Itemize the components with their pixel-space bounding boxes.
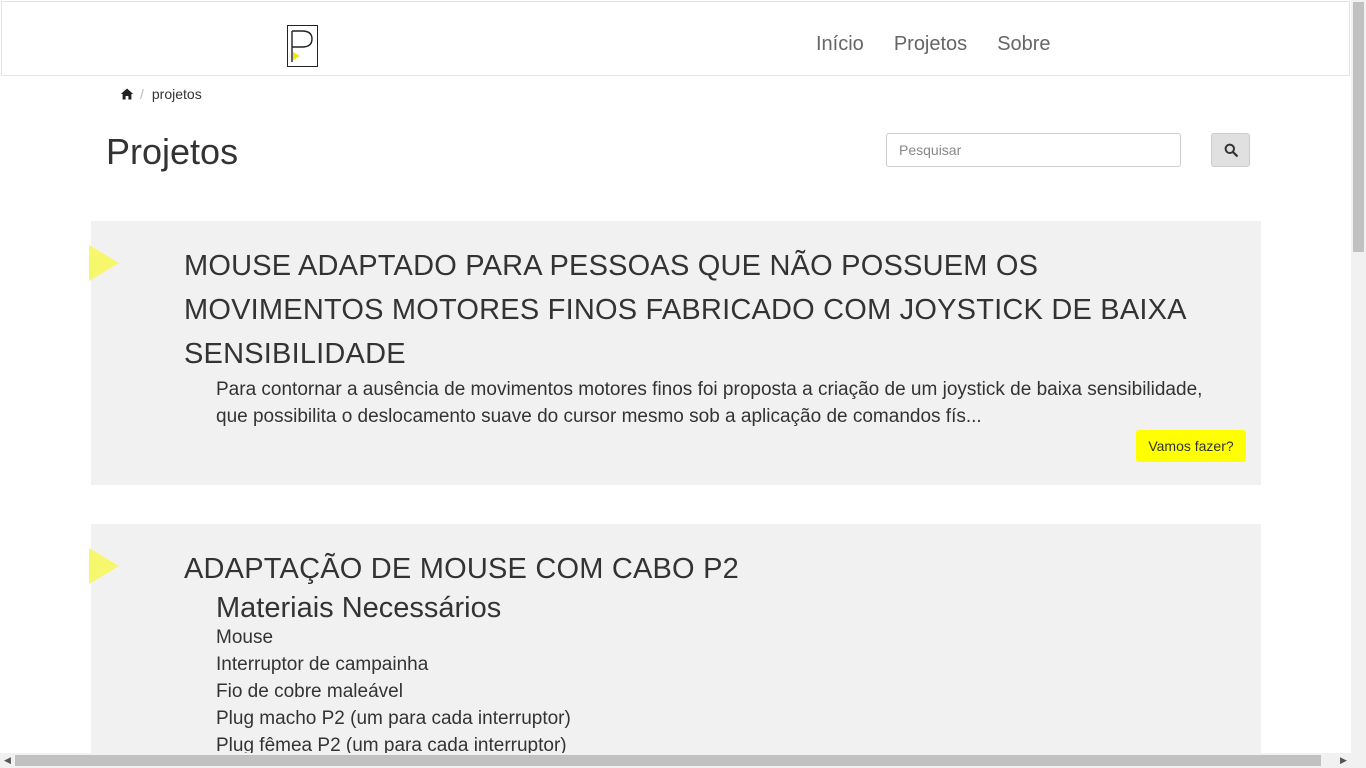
nav-link-projetos[interactable]: Projetos <box>894 32 967 56</box>
home-icon[interactable] <box>120 87 134 101</box>
vertical-scrollbar[interactable] <box>1351 0 1366 753</box>
list-item: Plug macho P2 (um para cada interruptor) <box>216 708 571 729</box>
logo-mark-icon <box>291 30 313 62</box>
search-icon <box>1224 143 1238 157</box>
breadcrumb: / projetos <box>120 86 202 102</box>
vamos-fazer-button[interactable]: Vamos fazer? <box>1136 430 1246 462</box>
search-input[interactable] <box>886 133 1181 167</box>
materials-heading: Materiais Necessários <box>216 592 502 624</box>
page-title: Projetos <box>106 131 239 172</box>
list-item: Fio de cobre maleável <box>216 681 403 702</box>
triangle-bullet-icon <box>89 245 119 281</box>
search-button[interactable] <box>1211 133 1250 167</box>
project-title[interactable]: MOUSE ADAPTADO PARA PESSOAS QUE NÃO POSS… <box>184 244 1244 376</box>
triangle-bullet-icon <box>89 548 119 584</box>
materials-list: Mouse Interruptor de campainha Fio de co… <box>216 624 571 759</box>
horizontal-scrollbar[interactable]: ◀ ▶ <box>0 753 1366 768</box>
scroll-right-arrow-icon[interactable]: ▶ <box>1336 753 1351 768</box>
scroll-left-arrow-icon[interactable]: ◀ <box>0 753 15 768</box>
nav-link-inicio[interactable]: Início <box>816 32 864 56</box>
breadcrumb-current: projetos <box>151 86 202 102</box>
project-description: Para contornar a ausência de movimentos … <box>216 379 1203 427</box>
top-navbar: Início Projetos Sobre <box>1 1 1350 76</box>
breadcrumb-separator: / <box>140 86 144 102</box>
list-item: Mouse <box>216 627 274 648</box>
vertical-scrollbar-thumb[interactable] <box>1353 2 1364 252</box>
list-item: Interruptor de campainha <box>216 654 429 675</box>
logo[interactable] <box>287 25 318 67</box>
horizontal-scrollbar-thumb[interactable] <box>15 755 1321 766</box>
main-nav: Início Projetos Sobre <box>816 32 1051 56</box>
nav-link-sobre[interactable]: Sobre <box>997 32 1050 56</box>
project-title[interactable]: ADAPTAÇÃO DE MOUSE COM CABO P2 <box>184 547 1244 591</box>
